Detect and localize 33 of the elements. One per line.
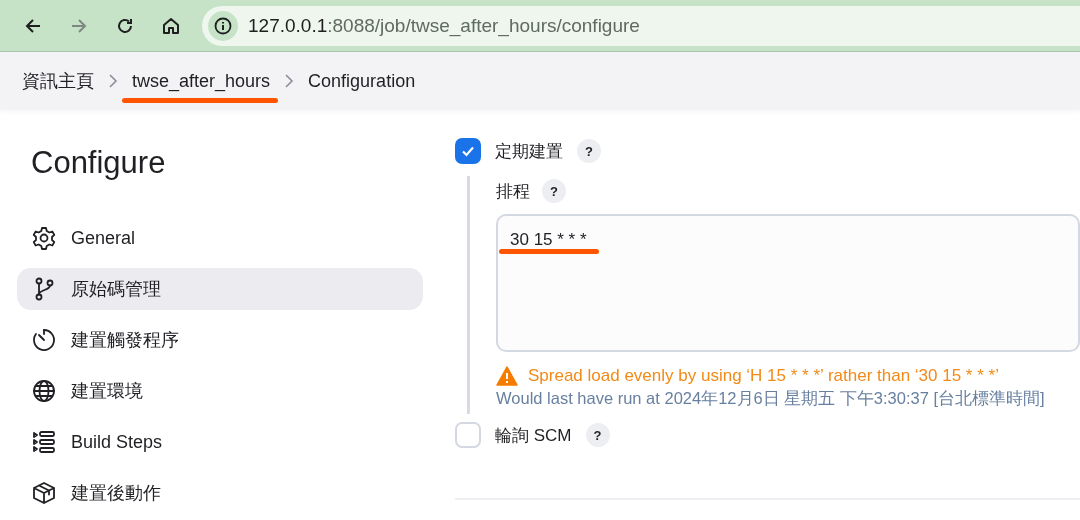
sidebar-item[interactable]: 建置環境	[17, 370, 423, 412]
sidebar-item[interactable]: Build Steps	[17, 421, 423, 463]
sidebar-item[interactable]: 建置後動作	[17, 472, 423, 514]
checkbox-label: 定期建置	[495, 140, 563, 163]
box-icon	[31, 480, 57, 506]
address-bar[interactable]: 127.0.0.1:8088/job/twse_after_hours/configure	[202, 5, 1080, 46]
breadcrumb-link[interactable]: 資訊主頁	[12, 57, 102, 105]
list-icon	[31, 429, 57, 455]
field-label: 排程	[496, 180, 530, 203]
checkbox-label: 輪詢 SCM	[495, 424, 572, 447]
breadcrumb-link[interactable]: Configuration	[298, 58, 424, 104]
site-info-button[interactable]	[208, 10, 238, 41]
globe-icon	[31, 378, 57, 404]
chevron-icon	[284, 74, 295, 88]
page-title: Configure	[31, 144, 167, 181]
help-button[interactable]: ?	[542, 179, 566, 203]
schedule-info: Would last have run at 2024年12月6日 星期五 下午3:30:37 [台北標準時間]	[496, 388, 1046, 409]
gear-icon	[31, 225, 57, 251]
schedule-field[interactable]: 30 15 * * *	[496, 214, 1080, 352]
warning-message: Spread load evenly by using ‘H 15 * * *’ rather than ‘30 15 * * *’	[528, 366, 999, 386]
checkbox[interactable]	[455, 138, 481, 164]
breadcrumb-link[interactable]: twse_after_hours	[122, 58, 279, 104]
chevron-icon	[108, 74, 118, 88]
timer-icon	[31, 327, 57, 353]
help-button[interactable]: ?	[585, 423, 610, 447]
sidebar-item[interactable]: 原始碼管理	[17, 268, 423, 310]
home-icon	[161, 15, 181, 36]
warning-icon	[496, 366, 518, 386]
info-icon	[214, 16, 232, 35]
url-text: 127.0.0.1:8088/job/twse_after_hours/configure	[248, 14, 640, 37]
sidebar-item[interactable]: 建置觸發程序	[17, 319, 423, 361]
sidebar-item[interactable]: General	[17, 217, 423, 259]
help-button[interactable]: ?	[577, 139, 601, 163]
